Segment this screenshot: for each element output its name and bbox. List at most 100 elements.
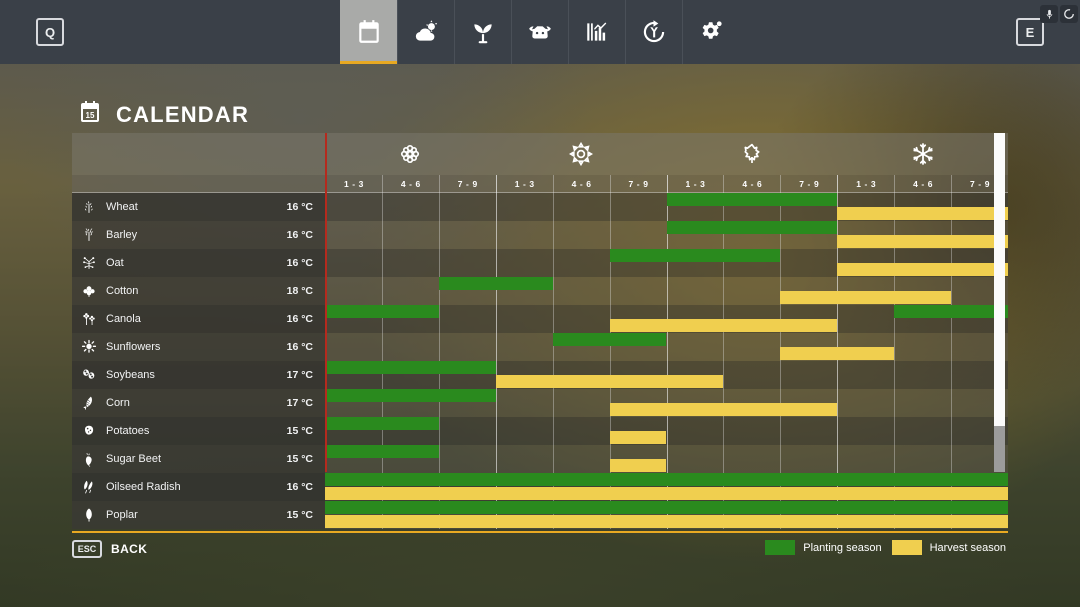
harvest-season-bar [609,459,667,472]
crop-timeline [325,501,1008,529]
grid-line [495,389,497,417]
nav-item-animals[interactable] [511,0,568,64]
grid-line [381,221,383,249]
crop-row[interactable]: Sunflowers 16 °C [72,333,1008,361]
grid-line [951,389,953,417]
nav-item-production[interactable] [625,0,682,64]
grid-line [666,417,668,445]
grid-line [495,417,497,445]
grid-line [951,417,953,445]
harvest-season-bar [495,375,724,388]
crop-temperature: 15 °C [286,509,313,521]
grid-line [666,333,668,361]
period-header-cell: 1 - 3 [495,175,553,193]
crop-timeline [325,277,1008,305]
calendar-icon: 15 [78,100,102,129]
period-header-row: 1 - 34 - 67 - 91 - 34 - 67 - 91 - 34 - 6… [72,175,1008,193]
grid-line [495,333,497,361]
grid-line [666,277,668,305]
harvest-season-bar [325,515,1008,528]
crop-row[interactable]: Wheat 16 °C [72,193,1008,221]
sugarbeet-icon [78,451,100,467]
planting-season-bar [325,361,496,374]
period-header-cell: 4 - 6 [381,175,439,193]
season-autumn-icon [738,140,766,168]
cow-icon [527,19,553,45]
crop-timeline [325,417,1008,445]
planting-season-bar [325,445,439,458]
calendar-panel: 1 - 34 - 67 - 91 - 34 - 67 - 91 - 34 - 6… [72,133,1008,532]
crop-timeline [325,249,1008,277]
planting-season-bar [609,249,781,262]
circle-spinner-icon[interactable] [1060,5,1078,23]
planting-season-bar [666,193,838,206]
poplar-icon [78,507,100,523]
grid-line [495,221,497,249]
grid-line [495,193,497,221]
sunflower-icon [78,339,100,355]
grid-line [495,249,497,277]
scrollbar-track[interactable] [994,133,1005,472]
nav-item-plants[interactable] [454,0,511,64]
grid-line [837,389,839,417]
crop-row[interactable]: Soybeans 17 °C [72,361,1008,389]
crop-timeline [325,333,1008,361]
grid-line [609,193,611,221]
key-hint-e[interactable]: E [1016,18,1044,46]
crop-row[interactable]: Corn 17 °C [72,389,1008,417]
page-title: CALENDAR [116,101,250,127]
crop-temperature: 15 °C [286,453,313,465]
grid-line [381,277,383,305]
crop-temperature: 15 °C [286,425,313,437]
scrollbar-thumb[interactable] [994,426,1005,472]
grid-line [552,389,554,417]
crop-name: Corn [106,397,130,409]
crop-timeline [325,389,1008,417]
nav-item-calendar[interactable]: 15 [340,0,397,64]
crop-row[interactable]: Poplar 15 °C [72,501,1008,529]
nav-item-statistics[interactable] [568,0,625,64]
crop-label-cell: Poplar 15 °C [72,501,325,529]
crop-row[interactable]: Oilseed Radish 16 °C [72,473,1008,501]
planting-season-bar [552,333,667,346]
crop-timeline [325,193,1008,221]
grid-line [894,361,896,389]
crop-timeline [325,221,1008,249]
crop-row[interactable]: Sugar Beet 15 °C [72,445,1008,473]
crop-temperature: 17 °C [286,397,313,409]
crop-row[interactable]: Canola 16 °C [72,305,1008,333]
nav-item-weather[interactable] [397,0,454,64]
grid-line [951,333,953,361]
harvest-season-bar [609,319,838,332]
crop-row[interactable]: Cotton 18 °C [72,277,1008,305]
crop-temperature: 17 °C [286,369,313,381]
harvest-season-bar [837,263,1008,276]
crop-name: Oilseed Radish [106,481,181,493]
grid-line [666,445,668,473]
crop-row[interactable]: Potatoes 15 °C [72,417,1008,445]
grid-line [438,221,440,249]
nav-item-settings[interactable] [682,0,739,64]
crop-row[interactable]: Barley 16 °C [72,221,1008,249]
top-navigation-bar: Q 15 E [0,0,1080,64]
legend-label: Planting season [803,541,882,554]
grid-line [381,249,383,277]
grid-line [894,417,896,445]
crop-name: Soybeans [106,369,155,381]
crop-name: Poplar [106,509,138,521]
crop-temperature: 16 °C [286,313,313,325]
key-hint-q[interactable]: Q [36,18,64,46]
crop-label-cell: Sunflowers 16 °C [72,333,325,361]
grid-line [495,305,497,333]
grid-line [552,305,554,333]
crop-row[interactable]: Oat 16 °C [72,249,1008,277]
crop-temperature: 18 °C [286,285,313,297]
crop-temperature: 16 °C [286,257,313,269]
calendar-icon: 15 [356,19,382,45]
gear-icon [698,19,724,45]
weather-icon [413,19,439,45]
period-header-cell: 7 - 9 [780,175,837,193]
back-button[interactable]: ESC BACK [72,540,147,558]
microphone-icon[interactable] [1040,5,1058,23]
crop-name: Cotton [106,285,139,297]
